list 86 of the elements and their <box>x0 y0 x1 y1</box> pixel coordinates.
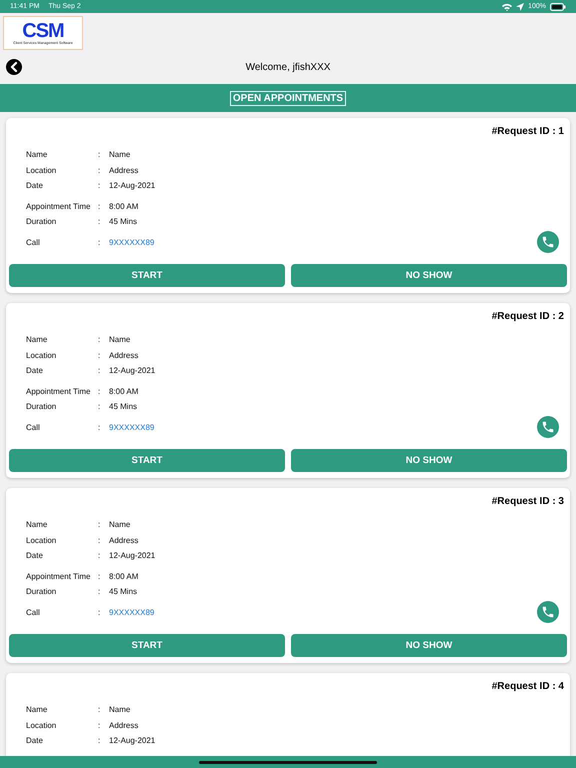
back-button[interactable] <box>6 59 22 75</box>
field-colon: : <box>98 202 102 211</box>
field-value: Name <box>109 150 130 160</box>
field-label: Date <box>26 366 44 376</box>
field-colon: : <box>98 181 102 190</box>
phone-link[interactable]: 9XXXXXX89 <box>109 422 154 432</box>
field-colon: : <box>98 520 102 530</box>
field-label: Name <box>26 520 48 530</box>
field-colon: : <box>98 402 102 412</box>
field-label: Date <box>26 736 44 746</box>
field-value: Name <box>109 335 130 344</box>
field-colon: : <box>98 238 102 247</box>
field-value: Name <box>109 705 130 714</box>
field-label: Duration <box>26 217 58 226</box>
field-label: Call <box>26 238 41 247</box>
phone-icon <box>541 605 555 620</box>
field-label: Name <box>26 150 48 160</box>
field-colon: : <box>98 536 102 545</box>
request-id: #Request ID : 1 <box>490 126 565 137</box>
request-id: #Request ID : 4 <box>490 681 565 692</box>
field-colon: : <box>98 587 102 596</box>
phone-link[interactable]: 9XXXXXX89 <box>109 238 154 247</box>
action-button[interactable]: NO SHOW <box>291 264 567 287</box>
field-value: Address <box>109 720 138 730</box>
field-colon: : <box>98 720 102 730</box>
field-value: Address <box>109 350 138 360</box>
phone-call-button[interactable] <box>537 231 559 254</box>
field-colon: : <box>98 386 102 396</box>
field-label: Location <box>26 536 58 545</box>
phone-call-button[interactable] <box>537 601 559 624</box>
wifi-icon <box>502 2 512 10</box>
field-label: Duration <box>26 402 58 412</box>
field-colon: : <box>98 366 102 376</box>
action-button[interactable]: NO SHOW <box>291 449 567 472</box>
field-colon: : <box>98 335 102 344</box>
field-label: Date <box>26 551 44 560</box>
field-colon: : <box>98 572 102 581</box>
action-button[interactable]: START <box>9 449 285 472</box>
field-label: Location <box>26 350 58 360</box>
section-title: OPEN APPOINTMENTS <box>230 90 346 106</box>
field-colon: : <box>98 166 102 175</box>
action-button[interactable]: START <box>9 264 285 287</box>
location-arrow-icon <box>516 2 524 10</box>
field-colon: : <box>98 551 102 560</box>
field-label: Call <box>26 608 41 617</box>
action-button[interactable]: START <box>9 634 285 657</box>
field-colon: : <box>98 150 102 160</box>
field-label: Date <box>26 181 44 190</box>
field-label: Name <box>26 335 48 344</box>
phone-call-button[interactable] <box>537 416 559 438</box>
field-colon: : <box>98 608 102 617</box>
field-value: 45 Mins <box>109 587 138 596</box>
chevron-left-icon <box>10 62 18 72</box>
field-colon: : <box>98 422 102 432</box>
field-value: 12-Aug-2021 <box>109 551 156 560</box>
field-value: 8:00 AM <box>109 202 138 211</box>
field-value: 12-Aug-2021 <box>109 736 156 746</box>
phone-icon <box>541 420 555 434</box>
field-label: Duration <box>26 587 58 596</box>
phone-icon <box>541 235 555 250</box>
field-label: Call <box>26 422 41 432</box>
field-value: Name <box>109 520 130 530</box>
phone-link[interactable]: 9XXXXXX89 <box>109 608 154 617</box>
field-value: 45 Mins <box>109 217 138 226</box>
field-colon: : <box>98 705 102 714</box>
field-colon: : <box>98 217 102 226</box>
field-value: Address <box>109 166 138 175</box>
action-button[interactable]: NO SHOW <box>291 634 567 657</box>
field-value: 8:00 AM <box>109 386 138 396</box>
field-value: Address <box>109 536 138 545</box>
field-label: Location <box>26 720 58 730</box>
field-label: Location <box>26 166 58 175</box>
field-label: Appointment Time <box>26 572 92 581</box>
field-value: 12-Aug-2021 <box>109 181 156 190</box>
field-label: Appointment Time <box>26 202 92 211</box>
field-value: 12-Aug-2021 <box>109 366 156 376</box>
field-value: 45 Mins <box>109 402 138 412</box>
field-value: 8:00 AM <box>109 572 138 581</box>
field-label: Name <box>26 705 48 714</box>
welcome-text: Welcome, jfishXXX <box>246 62 330 72</box>
field-label: Appointment Time <box>26 386 92 396</box>
field-colon: : <box>98 736 102 746</box>
request-id: #Request ID : 3 <box>490 496 565 507</box>
field-colon: : <box>98 350 102 360</box>
battery-icon <box>550 2 566 10</box>
request-id: #Request ID : 2 <box>490 311 565 322</box>
